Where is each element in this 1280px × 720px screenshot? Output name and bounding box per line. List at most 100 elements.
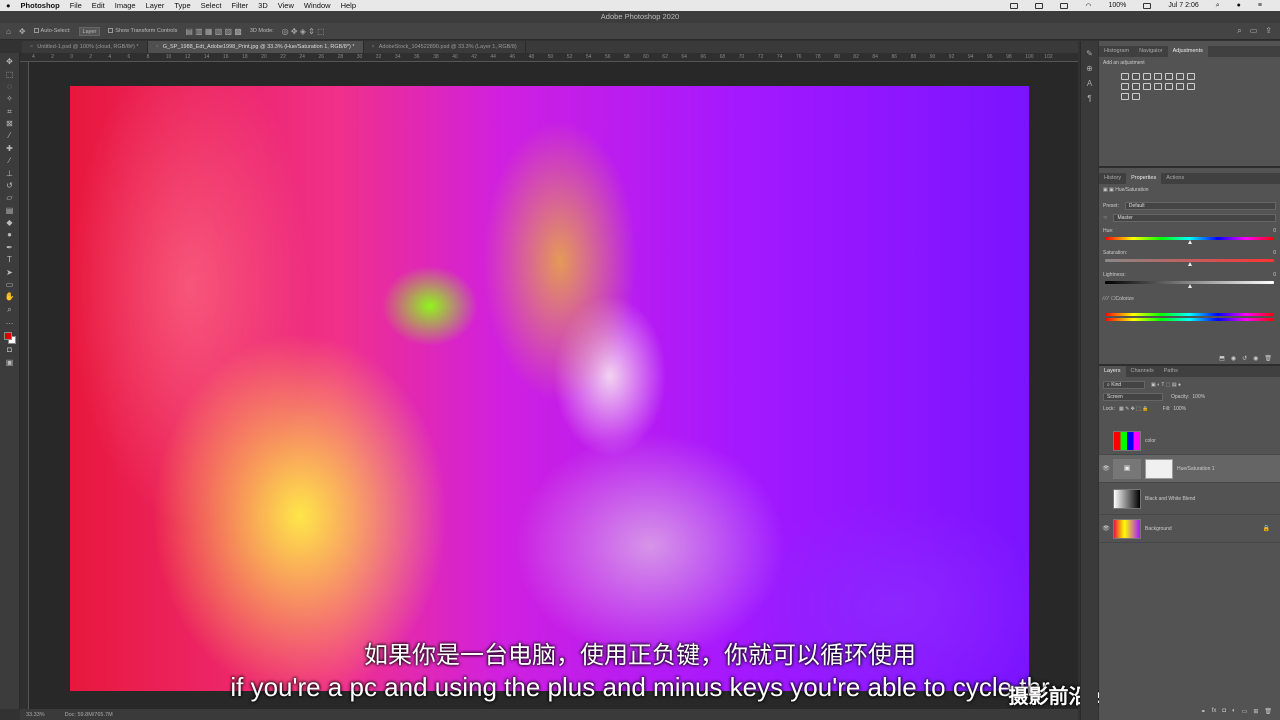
move-tool-icon[interactable]: ✥ — [5, 57, 15, 67]
hue-value[interactable]: 0 — [1273, 228, 1276, 234]
channel-dropdown[interactable]: Master — [1113, 214, 1276, 222]
fill-value[interactable]: 100% — [1173, 406, 1186, 412]
clone-stamp-tool-icon[interactable]: ⊥ — [5, 169, 15, 179]
auto-select-dropdown[interactable]: Layer — [78, 26, 101, 36]
vibrance-icon[interactable] — [1165, 73, 1173, 80]
search-icon[interactable]: ⌕ — [1237, 26, 1241, 36]
lock-icons[interactable]: ▦ ✎ ✥ ⬚ 🔒 — [1119, 406, 1149, 412]
workspace-icon[interactable]: ▭ — [1250, 26, 1258, 36]
lightness-slider-thumb[interactable] — [1105, 284, 1274, 289]
saturation-value[interactable]: 0 — [1273, 250, 1276, 256]
layer-filter-dropdown[interactable]: ⌕ Kind — [1103, 381, 1145, 389]
clock[interactable]: Jul 7 2:06 — [1168, 2, 1198, 9]
color-lookup-icon[interactable] — [1154, 83, 1162, 90]
apple-menu-icon[interactable]: ● — [6, 1, 11, 10]
delete-icon[interactable]: 🗑 — [1264, 708, 1272, 715]
brush-settings-icon[interactable]: ✎ — [1086, 49, 1093, 58]
targeted-adjust-icon[interactable]: ☜ — [1103, 215, 1107, 221]
healing-brush-tool-icon[interactable]: ✚ — [5, 144, 15, 154]
search-icon[interactable]: ⌕ — [1216, 2, 1220, 10]
blur-tool-icon[interactable]: ◆ — [5, 218, 15, 228]
close-icon[interactable]: × — [156, 44, 159, 50]
tab-navigator[interactable]: Navigator — [1134, 46, 1168, 57]
link-icon[interactable]: ⚭ — [1201, 708, 1206, 715]
menu-type[interactable]: Type — [174, 1, 190, 10]
mask-icon[interactable]: ◘ — [1222, 708, 1226, 714]
tab-history[interactable]: History — [1099, 173, 1126, 184]
delete-icon[interactable]: 🗑 — [1264, 355, 1272, 362]
group-icon[interactable]: ▭ — [1242, 708, 1248, 715]
channel-mixer-icon[interactable] — [1143, 83, 1151, 90]
black-white-icon[interactable] — [1121, 83, 1129, 90]
tab-layers[interactable]: Layers — [1099, 366, 1126, 377]
adjustment-icon[interactable]: ◐ — [1232, 708, 1236, 714]
lightness-value[interactable]: 0 — [1273, 272, 1276, 278]
curves-icon[interactable] — [1143, 73, 1151, 80]
layer-row-hue-saturation[interactable]: 👁 ▣ Hue/Saturation 1 — [1099, 455, 1280, 483]
canvas-area[interactable] — [29, 62, 1078, 709]
threshold-icon[interactable] — [1187, 83, 1195, 90]
color-swatches[interactable] — [3, 332, 16, 345]
airplay-icon[interactable] — [1060, 2, 1069, 9]
foreground-color-swatch[interactable] — [3, 332, 12, 341]
close-icon[interactable]: × — [372, 44, 375, 50]
hand-tool-icon[interactable]: ✋ — [5, 292, 15, 302]
menu-view[interactable]: View — [278, 1, 294, 10]
menu-select[interactable]: Select — [201, 1, 222, 10]
filter-icons[interactable]: ▣ ◐ T ⬚ ▤ ● — [1151, 382, 1181, 388]
layer-name[interactable]: Hue/Saturation 1 — [1177, 466, 1280, 472]
tab-adobestock[interactable]: × AdobeStock_104522890.psd @ 33.3% (Layer… — [364, 41, 526, 53]
clip-to-layer-icon[interactable]: ⬒ — [1219, 355, 1225, 362]
photo-filter-icon[interactable] — [1132, 83, 1140, 90]
path-selection-tool-icon[interactable]: ➤ — [5, 268, 15, 278]
magic-wand-tool-icon[interactable]: ✧ — [5, 94, 15, 104]
wifi-icon[interactable]: ◠ — [1085, 2, 1091, 10]
new-layer-icon[interactable]: ⊞ — [1253, 708, 1258, 715]
tab-properties[interactable]: Properties — [1126, 173, 1162, 184]
display-icon[interactable] — [1035, 2, 1044, 9]
doc-size[interactable]: Doc: 59.8M/765.7M — [65, 712, 113, 718]
eraser-tool-icon[interactable]: ▱ — [5, 193, 15, 203]
tab-adjustments[interactable]: Adjustments — [1167, 46, 1208, 57]
reset-icon[interactable]: ↺ — [1242, 355, 1247, 362]
layer-name[interactable]: Black and White Blend — [1145, 496, 1280, 502]
more-tools-icon[interactable]: … — [5, 317, 15, 327]
layer-row-color[interactable]: color — [1099, 427, 1280, 455]
hue-saturation-icon[interactable] — [1176, 73, 1184, 80]
opacity-value[interactable]: 100% — [1192, 394, 1205, 400]
app-menu[interactable]: Photoshop — [21, 1, 60, 10]
horizontal-ruler[interactable]: 4 2 0 2 4 6 8 10 12 14 16 18 20 22 24 26 28 30 32 34 36 38 40 4… — [20, 53, 1078, 62]
dropbox-icon[interactable] — [1010, 2, 1019, 9]
tab-histogram[interactable]: Histogram — [1099, 46, 1134, 57]
menu-window[interactable]: Window — [304, 1, 331, 10]
vertical-ruler[interactable] — [20, 62, 29, 709]
frame-tool-icon[interactable]: ⊠ — [5, 119, 15, 129]
character-icon[interactable]: A — [1087, 79, 1092, 88]
shape-tool-icon[interactable]: ▭ — [5, 280, 15, 290]
eye-icon[interactable]: 👁 — [1099, 465, 1113, 472]
battery-icon[interactable] — [1143, 2, 1152, 9]
color-balance-icon[interactable] — [1187, 73, 1195, 80]
fx-icon[interactable]: fx — [1212, 708, 1217, 714]
document-image[interactable] — [70, 86, 1029, 691]
auto-select-checkbox[interactable]: Auto-Select: — [33, 28, 71, 34]
share-icon[interactable]: ⇪ — [1265, 26, 1272, 36]
home-icon[interactable]: ⌂ — [6, 27, 11, 36]
tab-channels[interactable]: Channels — [1126, 366, 1159, 377]
layer-mask-thumbnail[interactable] — [1145, 458, 1173, 479]
move-tool-preset-icon[interactable]: ✥ — [19, 27, 26, 36]
screen-mode-icon[interactable]: ▣ — [5, 358, 15, 368]
tab-active-document[interactable]: × G_SP_1988_Edt_Adobe1998_Print.jpg @ 33.… — [147, 41, 364, 53]
paragraph-icon[interactable]: ¶ — [1087, 94, 1091, 103]
eye-icon[interactable]: 👁 — [1099, 525, 1113, 532]
zoom-level[interactable]: 33.33% — [26, 712, 45, 718]
tab-actions[interactable]: Actions — [1161, 173, 1189, 184]
type-tool-icon[interactable]: T — [5, 255, 15, 265]
menu-help[interactable]: Help — [341, 1, 356, 10]
menu-filter[interactable]: Filter — [231, 1, 248, 10]
blend-mode-dropdown[interactable]: Screen — [1103, 393, 1163, 401]
posterize-icon[interactable] — [1176, 83, 1184, 90]
selective-color-icon[interactable] — [1132, 93, 1140, 100]
preset-dropdown[interactable]: Default — [1124, 202, 1276, 210]
layer-row-black-white[interactable]: Black and White Blend — [1099, 483, 1280, 515]
